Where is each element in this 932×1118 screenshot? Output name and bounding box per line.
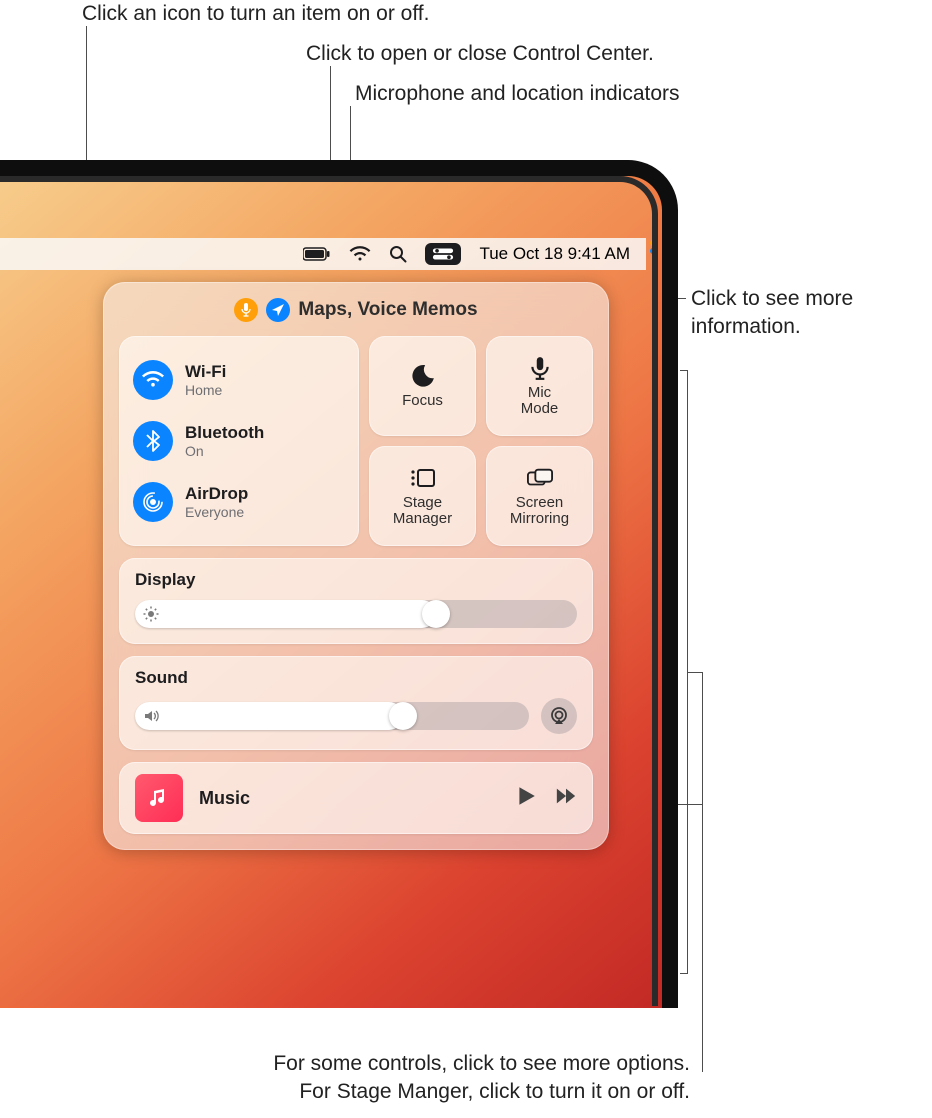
callout-open-cc: Click to open or close Control Center. (306, 40, 654, 68)
microphone-icon (527, 355, 553, 381)
location-indicator-icon (266, 298, 290, 322)
stage-l1: Stage (403, 494, 442, 511)
display-card[interactable]: Display (119, 558, 593, 644)
text: Click an icon to turn an item on or off. (82, 2, 429, 25)
leader (702, 672, 703, 1072)
privacy-apps-text: Maps, Voice Memos (298, 299, 477, 321)
mic-mode-tile[interactable]: MicMode (486, 336, 593, 436)
callout-toggle: Click an icon to turn an item on or off. (82, 0, 429, 28)
play-button[interactable] (515, 785, 537, 812)
airplay-audio-button[interactable] (541, 698, 577, 734)
text: Click to open or close Control Center. (306, 42, 654, 65)
mirror-l1: Screen (516, 494, 564, 511)
screen-mirroring-tile[interactable]: ScreenMirroring (486, 446, 593, 546)
stage-manager-icon (410, 465, 436, 491)
micmode-l1: Mic (528, 384, 551, 401)
battery-icon[interactable] (303, 247, 331, 261)
music-app-icon (135, 774, 183, 822)
privacy-indicator-row[interactable]: Maps, Voice Memos (119, 298, 593, 322)
wifi-title: Wi-Fi (185, 362, 226, 382)
wifi-icon (133, 360, 173, 400)
sound-title: Sound (135, 668, 577, 688)
text-l2: information. (691, 313, 853, 341)
speaker-icon (143, 708, 159, 724)
connectivity-card: Wi-Fi Home Bluetooth On (119, 336, 359, 546)
stage-l2: Manager (393, 510, 452, 527)
now-playing-card[interactable]: Music (119, 762, 593, 834)
spotlight-icon[interactable] (389, 245, 407, 263)
airdrop-title: AirDrop (185, 484, 248, 504)
microphone-indicator-icon (234, 298, 258, 322)
menubar: Tue Oct 18 9:41 AM (0, 238, 646, 270)
bracket-large (680, 370, 688, 974)
airplay-icon (549, 706, 569, 726)
airdrop-icon (133, 482, 173, 522)
leader (688, 672, 702, 673)
screen-mirroring-icon (527, 465, 553, 491)
next-track-button[interactable] (555, 785, 577, 812)
privacy-dots (650, 240, 656, 254)
display-title: Display (135, 570, 577, 590)
callout-more-info: Click to see more information. (691, 285, 853, 342)
desktop: Tue Oct 18 9:41 AM Maps, Voice Memos (0, 176, 658, 1006)
volume-slider[interactable] (135, 702, 529, 730)
control-center-panel: Maps, Voice Memos Wi-Fi Home (103, 282, 609, 850)
airdrop-sub: Everyone (185, 504, 248, 520)
moon-icon (410, 363, 436, 389)
airdrop-toggle[interactable]: AirDrop Everyone (133, 482, 345, 522)
sound-card[interactable]: Sound (119, 656, 593, 750)
focus-tile[interactable]: Focus (369, 336, 476, 436)
laptop-bezel: Tue Oct 18 9:41 AM Maps, Voice Memos (0, 160, 678, 1008)
wifi-icon[interactable] (349, 246, 371, 262)
wifi-toggle[interactable]: Wi-Fi Home (133, 360, 345, 400)
callout-indicators: Microphone and location indicators (355, 80, 680, 108)
micmode-l2: Mode (521, 400, 559, 417)
text-l2: For Stage Manger, click to turn it on or… (100, 1078, 690, 1106)
text: Microphone and location indicators (355, 82, 680, 105)
focus-label: Focus (402, 393, 443, 410)
brightness-icon (143, 606, 159, 622)
menubar-datetime[interactable]: Tue Oct 18 9:41 AM (479, 244, 630, 264)
now-playing-title: Music (199, 788, 499, 809)
mirror-l2: Mirroring (510, 510, 569, 527)
text-l1: For some controls, click to see more opt… (100, 1050, 690, 1078)
stage-manager-tile[interactable]: StageManager (369, 446, 476, 546)
control-center-trigger[interactable] (425, 243, 461, 265)
callout-bottom: For some controls, click to see more opt… (100, 1050, 690, 1107)
text-l1: Click to see more (691, 285, 853, 313)
bt-title: Bluetooth (185, 423, 264, 443)
wifi-sub: Home (185, 382, 226, 398)
brightness-slider[interactable] (135, 600, 577, 628)
bluetooth-icon (133, 421, 173, 461)
bluetooth-toggle[interactable]: Bluetooth On (133, 421, 345, 461)
bt-sub: On (185, 443, 264, 459)
